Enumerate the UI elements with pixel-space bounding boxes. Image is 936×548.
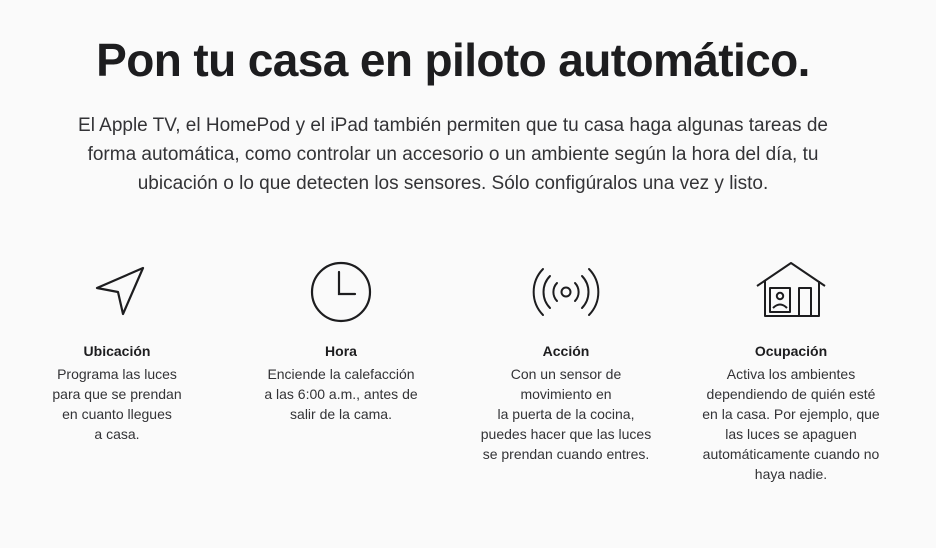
feature-line: Programa las luces <box>57 366 177 382</box>
location-arrow-icon <box>81 258 153 324</box>
feature-description: Enciende la calefacción a las 6:00 a.m.,… <box>241 364 441 424</box>
feature-occupancy: Ocupación Activa los ambientes dependien… <box>691 258 891 484</box>
feature-line: Activa los ambientes <box>726 366 856 382</box>
feature-line: Con un sensor de <box>510 366 622 382</box>
feature-line: para que se prendan <box>52 386 182 402</box>
intro-line: forma automática, como controlar un acce… <box>87 144 819 165</box>
page-headline: Pon tu casa en piloto automático. <box>96 34 810 86</box>
feature-line: en la casa. Por ejemplo, que <box>702 406 880 422</box>
feature-line: a casa. <box>94 426 140 442</box>
intro-line: ubicación o lo que detecten los sensores… <box>137 173 769 194</box>
feature-line: movimiento en <box>520 386 612 402</box>
feature-line: haya nadie. <box>754 466 828 482</box>
clock-icon <box>305 258 377 324</box>
feature-line: dependiendo de quién esté <box>706 386 876 402</box>
feature-title: Ubicación <box>83 343 151 359</box>
feature-line: la puerta de la cocina, <box>497 406 635 422</box>
home-occupancy-icon <box>755 258 827 324</box>
feature-time: Hora Enciende la calefacción a las 6:00 … <box>241 258 441 424</box>
feature-action: Acción Con un sensor de movimiento en la… <box>466 258 666 464</box>
feature-description: Activa los ambientes dependiendo de quié… <box>691 364 891 484</box>
feature-line: salir de la cama. <box>290 406 392 422</box>
features-grid: Ubicación Programa las luces para que se… <box>0 258 936 498</box>
feature-line: las luces se apaguen <box>725 426 857 442</box>
feature-title: Ocupación <box>754 343 828 359</box>
feature-line: a las 6:00 a.m., antes de <box>264 386 418 402</box>
feature-line: automáticamente cuando no <box>702 446 880 462</box>
feature-title: Acción <box>542 343 590 359</box>
feature-title: Hora <box>325 343 357 359</box>
intro-paragraph: El Apple TV, el HomePod y el iPad tambié… <box>40 111 866 198</box>
feature-line: se prendan cuando entres. <box>482 446 650 462</box>
feature-description: Con un sensor de movimiento en la puerta… <box>466 364 666 464</box>
feature-location: Ubicación Programa las luces para que se… <box>17 258 217 444</box>
feature-line: puedes hacer que las luces <box>480 426 652 442</box>
intro-line: El Apple TV, el HomePod y el iPad tambié… <box>78 115 828 136</box>
feature-description: Programa las luces para que se prendan e… <box>17 364 217 444</box>
motion-sensor-icon <box>530 258 602 324</box>
feature-line: Enciende la calefacción <box>267 366 415 382</box>
feature-line: en cuanto llegues <box>62 406 172 422</box>
